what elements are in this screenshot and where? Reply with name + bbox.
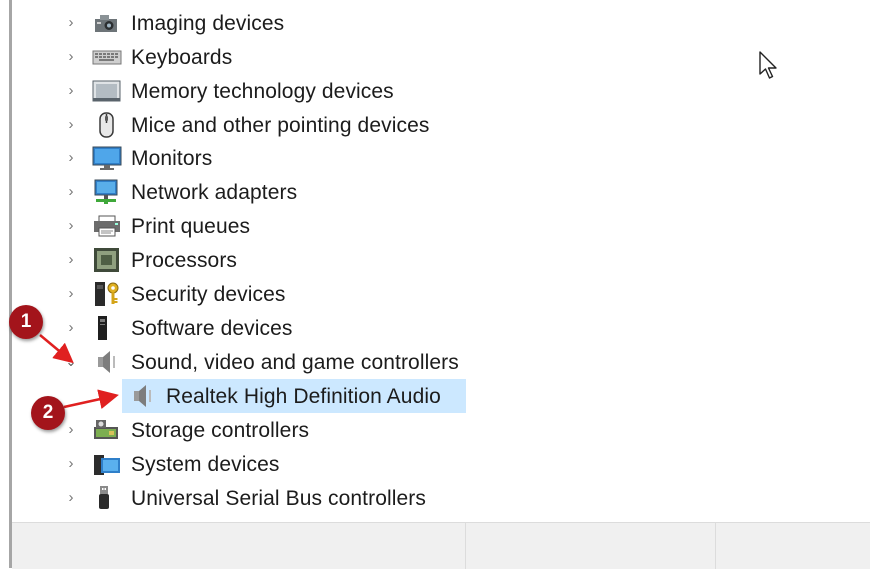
tree-item-usb-controllers[interactable]: › Universal Serial Bus controllers xyxy=(0,481,760,515)
tree-item-imaging-devices[interactable]: › Imaging devices xyxy=(0,6,760,40)
chevron-right-icon[interactable]: › xyxy=(64,83,78,98)
chevron-right-icon[interactable]: › xyxy=(64,490,78,505)
tree-item-realtek-audio[interactable]: Realtek High Definition Audio xyxy=(0,379,760,413)
tree-item-sound-video-game-controllers[interactable]: ⌄ Sound, video and game controllers xyxy=(0,345,760,379)
chevron-right-icon[interactable]: › xyxy=(64,184,78,199)
chevron-right-icon[interactable]: › xyxy=(64,286,78,301)
software-device-icon xyxy=(92,315,122,341)
camera-icon xyxy=(92,10,122,36)
chevron-right-icon[interactable]: › xyxy=(64,456,78,471)
tree-item-print-queues[interactable]: › Print queues xyxy=(0,209,760,243)
tree-item-label: Realtek High Definition Audio xyxy=(166,385,441,408)
processor-icon xyxy=(92,247,122,273)
chevron-right-icon[interactable]: › xyxy=(64,422,78,437)
chevron-right-icon[interactable]: › xyxy=(64,150,78,165)
tree-item-keyboards[interactable]: › Keyboards xyxy=(0,40,760,74)
tree-item-label: System devices xyxy=(131,453,280,476)
tree-item-label: Mice and other pointing devices xyxy=(131,114,430,137)
tree-item-label: Security devices xyxy=(131,283,286,306)
tree-item-system-devices[interactable]: › System devices xyxy=(0,447,760,481)
tree-item-network-adapters[interactable]: › Network adapters xyxy=(0,175,760,209)
memory-icon xyxy=(92,78,122,104)
tree-item-memory-technology-devices[interactable]: › Memory technology devices xyxy=(0,74,760,108)
tree-item-label: Memory technology devices xyxy=(131,80,394,103)
chevron-down-icon[interactable]: ⌄ xyxy=(64,355,78,369)
tree-item-mice[interactable]: › Mice and other pointing devices xyxy=(0,108,760,142)
chevron-right-icon[interactable]: › xyxy=(64,320,78,335)
chevron-right-icon[interactable]: › xyxy=(64,117,78,132)
chevron-right-icon[interactable]: › xyxy=(64,252,78,267)
tree-item-label: Sound, video and game controllers xyxy=(131,351,459,374)
network-icon xyxy=(92,179,122,205)
tree-item-label: Monitors xyxy=(131,147,213,170)
printer-icon xyxy=(92,213,122,239)
tree-item-label: Print queues xyxy=(131,215,251,238)
tree-item-processors[interactable]: › Processors xyxy=(0,243,760,277)
speaker-icon xyxy=(92,349,122,375)
storage-icon xyxy=(92,417,122,443)
tree-item-label: Software devices xyxy=(131,317,293,340)
tree-item-label: Keyboards xyxy=(131,46,233,69)
status-bar-divider xyxy=(465,523,466,569)
security-key-icon xyxy=(92,281,122,307)
usb-icon xyxy=(92,485,122,511)
system-folder-icon xyxy=(92,451,122,477)
tree-item-label: Universal Serial Bus controllers xyxy=(131,487,426,510)
monitor-icon xyxy=(92,145,122,171)
tree-item-label: Imaging devices xyxy=(131,12,285,35)
mouse-cursor-icon xyxy=(759,51,777,79)
annotation-badge-2: 2 xyxy=(31,396,65,430)
tree-item-security-devices[interactable]: › Security devices xyxy=(0,277,760,311)
mouse-icon xyxy=(92,112,122,138)
tree-item-software-devices[interactable]: › Software devices xyxy=(0,311,760,345)
keyboard-icon xyxy=(92,44,122,70)
annotation-badge-1: 1 xyxy=(9,305,43,339)
status-bar xyxy=(12,522,870,569)
chevron-right-icon[interactable]: › xyxy=(64,218,78,233)
tree-item-label: Network adapters xyxy=(131,181,298,204)
speaker-icon xyxy=(128,383,158,409)
device-tree: › Imaging devices › Keyboards › Memory t… xyxy=(0,0,870,520)
status-bar-divider xyxy=(715,523,716,569)
tree-item-label: Processors xyxy=(131,249,238,272)
chevron-right-icon[interactable]: › xyxy=(64,15,78,30)
tree-item-label: Storage controllers xyxy=(131,419,310,442)
tree-item-storage-controllers[interactable]: › Storage controllers xyxy=(0,413,760,447)
chevron-right-icon[interactable]: › xyxy=(64,49,78,64)
tree-item-monitors[interactable]: › Monitors xyxy=(0,141,760,175)
